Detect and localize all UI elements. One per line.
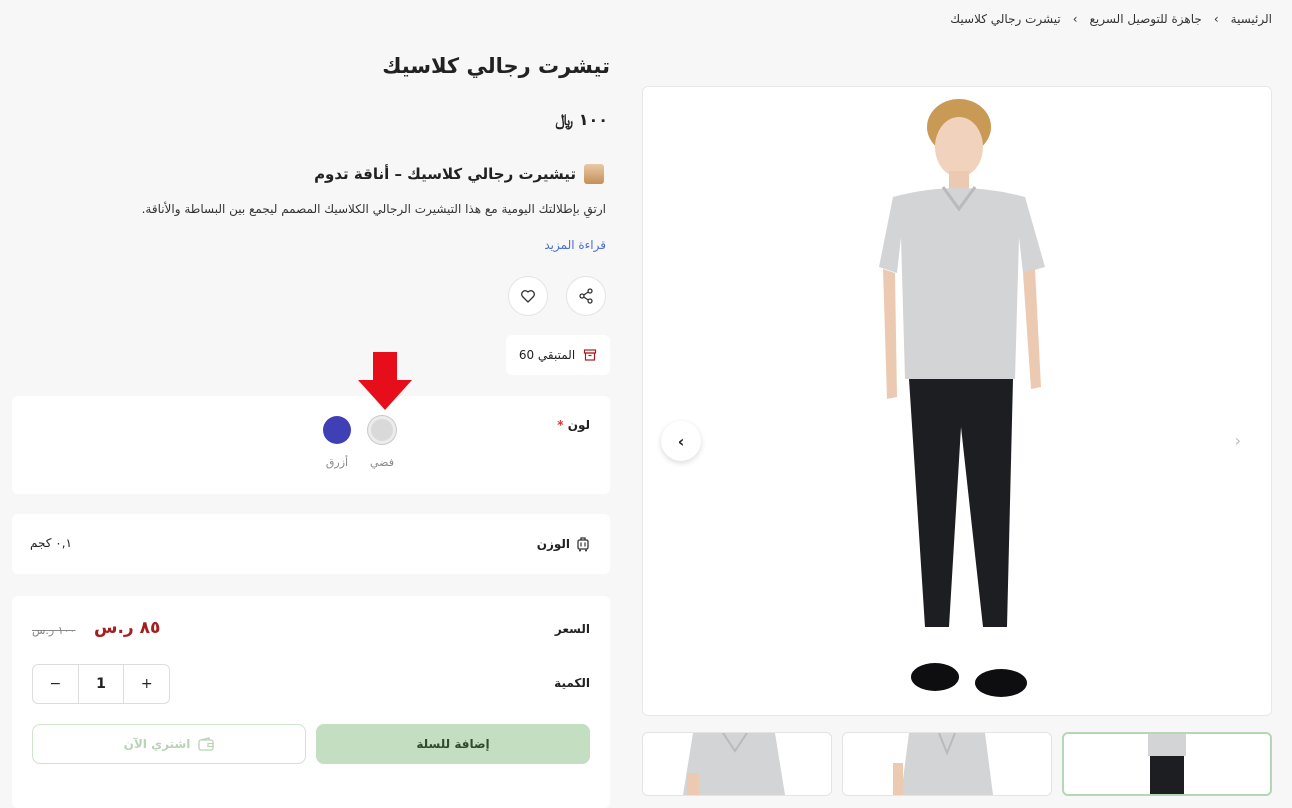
description-heading-text: تيشيرت رجالي كلاسيك – أناقة تدوم	[314, 165, 576, 183]
description-heading: تيشيرت رجالي كلاسيك – أناقة تدوم	[314, 164, 604, 184]
box-icon	[584, 349, 597, 361]
stock-badge: المتبقي 60	[506, 335, 610, 375]
arrow-down-icon	[358, 352, 412, 410]
quantity-stepper: − 1 +	[32, 664, 170, 704]
breadcrumb-separator: ›	[1072, 12, 1078, 26]
color-option-blue[interactable]: أزرق	[323, 416, 351, 469]
wishlist-button[interactable]	[508, 276, 548, 316]
sale-price: ٨٥ ر.س	[94, 618, 161, 638]
breadcrumb: الرئيسية › جاهزة للتوصيل السريع › تيشرت …	[950, 12, 1272, 26]
thumbnail-1[interactable]	[1062, 732, 1272, 796]
product-gallery: ‹ ›	[642, 86, 1272, 716]
share-icon	[579, 288, 593, 304]
thumbnail-image	[893, 733, 993, 795]
price-label: السعر	[554, 622, 590, 636]
color-option-label: فضي	[370, 456, 394, 469]
buy-now-label: اشتري الآن	[123, 737, 191, 751]
decrease-button[interactable]: −	[33, 665, 78, 703]
original-price: ١٠٠ ر.س	[32, 624, 76, 637]
heart-icon	[521, 290, 535, 303]
shirt-icon	[584, 164, 604, 184]
product-title: تيشرت رجالي كلاسيك	[382, 54, 610, 78]
required-mark: *	[557, 418, 564, 432]
color-selector: لون * فضي أزرق	[12, 396, 610, 494]
purchase-panel: السعر ٨٥ ر.س ١٠٠ ر.س الكمية − 1 + إضافة …	[12, 596, 610, 808]
share-button[interactable]	[566, 276, 606, 316]
weight-row: الوزن ٠,١ كجم	[12, 514, 610, 574]
description-text: ارتقِ بإطلالتك اليومية مع هذا التيشيرت ا…	[141, 202, 606, 216]
gallery-next-button[interactable]: ›	[1235, 431, 1241, 450]
breadcrumb-category[interactable]: جاهزة للتوصيل السريع	[1090, 12, 1202, 26]
weight-label: الوزن	[537, 536, 590, 552]
color-label: لون *	[557, 418, 590, 432]
color-swatch[interactable]	[323, 416, 351, 444]
read-more-link[interactable]: قراءة المزيد	[544, 238, 606, 252]
weight-label-text: الوزن	[536, 537, 570, 551]
color-option-silver[interactable]: فضي	[368, 416, 396, 469]
weight-value: ٠,١ كجم	[30, 536, 72, 550]
gallery-prev-button[interactable]: ‹	[661, 421, 701, 461]
add-to-cart-button[interactable]: إضافة للسلة	[316, 724, 590, 764]
stock-text: المتبقي 60	[518, 348, 576, 362]
thumbnail-image	[1148, 734, 1186, 794]
thumbnail-image	[683, 733, 785, 795]
thumbnail-3[interactable]	[642, 732, 832, 796]
buy-now-button[interactable]: اشتري الآن	[32, 724, 306, 764]
increase-button[interactable]: +	[124, 665, 169, 703]
color-label-text: لون	[567, 418, 590, 432]
quantity-label: الكمية	[554, 676, 590, 690]
product-price: ١٠٠ ﷼	[555, 110, 608, 129]
luggage-icon	[577, 537, 589, 552]
quantity-input[interactable]: 1	[77, 665, 125, 703]
color-option-label: أزرق	[325, 456, 349, 469]
breadcrumb-home[interactable]: الرئيسية	[1231, 12, 1272, 26]
breadcrumb-current: تيشرت رجالي كلاسيك	[950, 12, 1061, 26]
product-image	[879, 99, 1045, 697]
breadcrumb-separator: ›	[1213, 12, 1219, 26]
wallet-icon	[198, 737, 215, 751]
thumbnail-2[interactable]	[842, 732, 1052, 796]
color-swatch[interactable]	[368, 416, 396, 444]
